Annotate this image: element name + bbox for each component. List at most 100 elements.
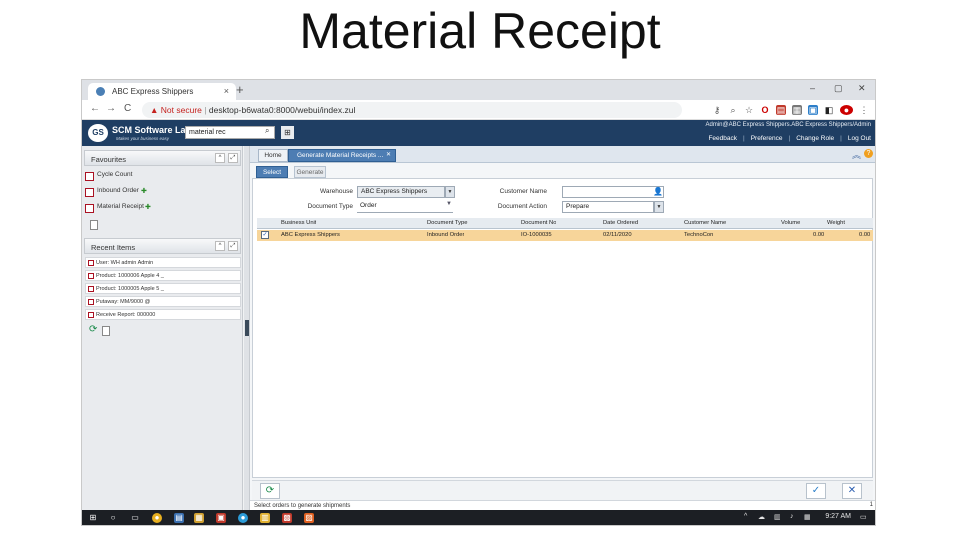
volume-icon[interactable]: ♪ <box>790 513 794 520</box>
favourite-item[interactable]: Inbound Order ✚ <box>85 187 147 201</box>
taskview-icon[interactable]: ▭ <box>130 513 140 523</box>
stop-icon[interactable]: ● <box>840 104 853 115</box>
column-header[interactable]: Customer Name <box>684 220 726 226</box>
column-header[interactable]: Weight <box>827 220 845 226</box>
person-icon[interactable]: 👤 <box>653 187 663 196</box>
new-icon[interactable]: ✚ <box>145 203 151 211</box>
close-tab-icon[interactable]: ✕ <box>386 150 391 161</box>
column-header[interactable]: Document No <box>521 220 556 226</box>
extension-icon[interactable]: ▦ <box>792 104 802 115</box>
logout-link[interactable]: Log Out <box>848 135 871 142</box>
cube-icon[interactable]: ◧ <box>824 105 834 115</box>
splitter-grip[interactable] <box>245 320 249 336</box>
search-icon[interactable]: ○ <box>108 513 118 523</box>
generate-receipts-tab[interactable]: Generate Material Receipts ... ✕ <box>288 149 396 162</box>
star-icon[interactable]: ☆ <box>744 105 754 115</box>
forward-button[interactable]: → <box>106 103 116 114</box>
close-window-button[interactable]: ✕ <box>858 83 866 94</box>
cloud-icon[interactable]: ☁ <box>758 513 765 521</box>
tray-chevron-icon[interactable]: ^ <box>744 513 747 520</box>
app3-icon[interactable]: ▣ <box>216 513 226 523</box>
maximize-icon[interactable]: ⤢ <box>228 153 238 163</box>
collapse-icon[interactable]: ^ <box>215 153 225 163</box>
app7-icon[interactable]: ▨ <box>304 513 314 523</box>
document-icon[interactable] <box>102 326 110 336</box>
recent-item[interactable]: User: WH admin Admin <box>85 257 241 268</box>
vpn-icon[interactable]: ▣ <box>808 104 818 115</box>
windows-icon[interactable]: ⊞ <box>88 513 98 523</box>
table-cell: TechnoCon <box>684 232 714 238</box>
row-checkbox[interactable]: ✓ <box>261 231 269 239</box>
browser-tabstrip: ABC Express Shippers × + – ▢ ✕ <box>82 80 875 100</box>
chevron-down-icon[interactable]: ▼ <box>446 201 452 207</box>
refresh-icon[interactable]: ⟳ <box>260 483 280 499</box>
document-action-field[interactable]: Prepare <box>562 201 654 213</box>
menu-search-input[interactable]: material rec <box>185 126 275 139</box>
recent-item[interactable]: Receive Report: 000000 <box>85 309 241 320</box>
table-row[interactable]: ✓ ABC Express Shippers Inbound Order IO-… <box>257 230 873 241</box>
ime-icon[interactable]: ▦ <box>804 513 811 521</box>
opera-icon[interactable]: O <box>760 105 770 115</box>
column-header[interactable]: Date Ordered <box>603 220 638 226</box>
key-icon[interactable]: ⚷ <box>712 105 722 115</box>
notifications-icon[interactable]: ▭ <box>860 513 867 521</box>
pdf-icon[interactable]: ▤ <box>776 104 786 115</box>
collapse-header-icon[interactable]: ︽ <box>852 148 861 161</box>
recent-items-title: Recent Items <box>91 243 136 252</box>
new-tab-button[interactable]: + <box>236 82 244 97</box>
window-icon <box>88 260 94 266</box>
new-icon[interactable]: ✚ <box>141 187 147 195</box>
menu-icon[interactable]: ⋮ <box>859 105 869 115</box>
browser-tab[interactable]: ABC Express Shippers × <box>88 83 236 100</box>
minimize-button[interactable]: – <box>810 83 815 93</box>
menu-tree-icon[interactable]: ⊞ <box>281 126 294 139</box>
app1-icon[interactable]: ▤ <box>174 513 184 523</box>
ok-button[interactable]: ✓ <box>806 483 826 499</box>
chrome-icon[interactable]: ● <box>152 513 162 523</box>
zoom-icon[interactable]: ⌕ <box>728 105 738 115</box>
maximize-icon[interactable]: ⤢ <box>228 241 238 251</box>
action-bar: ⟳ ✓ ✕ <box>252 480 873 500</box>
favourite-item[interactable]: Material Receipt ✚ <box>85 203 151 217</box>
clock[interactable]: 9:27 AM <box>825 513 851 520</box>
app2-icon[interactable]: ▦ <box>194 513 204 523</box>
reload-button[interactable]: C <box>124 103 131 114</box>
warehouse-field[interactable]: ABC Express Shippers <box>357 186 445 198</box>
maximize-button[interactable]: ▢ <box>834 83 843 94</box>
cancel-button[interactable]: ✕ <box>842 483 862 499</box>
document-type-field[interactable]: Order <box>357 201 453 213</box>
recent-item[interactable]: Product: 1000005 Apple 5 _ <box>85 283 241 294</box>
main-area: Home Generate Material Receipts ... ✕ ︽ … <box>250 146 875 510</box>
tab-close-icon[interactable]: × <box>224 86 229 96</box>
search-icon[interactable]: ⌕ <box>265 126 269 136</box>
help-icon[interactable]: ? <box>864 149 873 158</box>
favourite-label: Inbound Order <box>97 187 139 194</box>
network-icon[interactable]: ▥ <box>774 513 781 521</box>
document-action-dropdown-icon[interactable]: ▼ <box>654 201 664 213</box>
favourites-controls: ^ ⤢ <box>215 153 238 163</box>
column-header[interactable]: Business Unit <box>281 220 316 226</box>
column-header[interactable]: Document Type <box>427 220 468 226</box>
home-tab[interactable]: Home <box>258 149 288 162</box>
document-icon[interactable] <box>90 220 98 230</box>
recent-item[interactable]: Putaway: MM/9000 @ <box>85 296 241 307</box>
favourite-item[interactable]: Cycle Count <box>85 171 132 185</box>
warehouse-dropdown-icon[interactable]: ▼ <box>445 186 455 198</box>
collapse-icon[interactable]: ^ <box>215 241 225 251</box>
change-role-link[interactable]: Change Role <box>796 135 834 142</box>
recent-item[interactable]: Product: 1000006 Apple 4 _ <box>85 270 241 281</box>
app5-icon[interactable]: ▥ <box>260 513 270 523</box>
table-cell: IO-1000035 <box>521 232 552 238</box>
table-cell: ABC Express Shippers <box>281 232 340 238</box>
customer-name-field[interactable] <box>562 186 664 198</box>
back-button[interactable]: ← <box>90 103 100 114</box>
app6-icon[interactable]: ▩ <box>282 513 292 523</box>
refresh-icon[interactable]: ⟳ <box>89 324 97 335</box>
generate-tab[interactable]: Generate <box>294 166 326 178</box>
url-field[interactable]: ▲ Not secure | desktop-b6wata0:8000/webu… <box>142 102 682 118</box>
feedback-link[interactable]: Feedback <box>708 135 737 142</box>
app4-icon[interactable]: ● <box>238 513 248 523</box>
preference-link[interactable]: Preference <box>751 135 783 142</box>
column-header[interactable]: Volume <box>781 220 800 226</box>
select-tab[interactable]: Select <box>256 166 288 178</box>
